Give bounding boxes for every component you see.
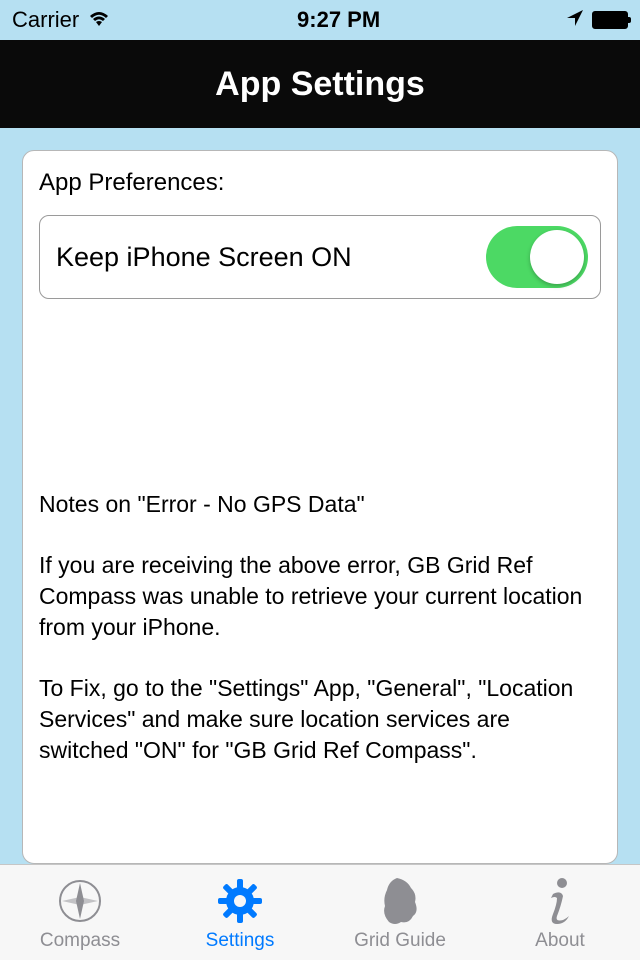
tab-grid-guide[interactable]: Grid Guide [320, 876, 480, 952]
settings-card: App Preferences: Keep iPhone Screen ON N… [22, 150, 618, 864]
preferences-heading: App Preferences: [39, 169, 601, 197]
keep-screen-on-toggle[interactable] [486, 226, 588, 288]
wifi-icon [87, 7, 111, 33]
battery-icon [592, 11, 628, 29]
notes-para-1: If you are receiving the above error, GB… [39, 550, 601, 643]
status-bar: Carrier 9:27 PM [0, 0, 640, 40]
keep-screen-on-label: Keep iPhone Screen ON [56, 242, 352, 273]
tab-label: Settings [206, 930, 275, 952]
status-time: 9:27 PM [297, 7, 380, 33]
compass-icon [56, 876, 104, 926]
tab-compass[interactable]: Compass [0, 876, 160, 952]
notes-section: Notes on "Error - No GPS Data" If you ar… [39, 489, 601, 766]
notes-heading: Notes on "Error - No GPS Data" [39, 489, 601, 520]
tab-label: Grid Guide [354, 930, 446, 952]
switch-knob [530, 230, 584, 284]
tab-bar: Compass [0, 864, 640, 960]
location-icon [566, 7, 584, 33]
keep-screen-on-row: Keep iPhone Screen ON [39, 215, 601, 299]
tab-settings[interactable]: Settings [160, 876, 320, 952]
gear-icon [216, 876, 264, 926]
tab-label: Compass [40, 930, 120, 952]
notes-para-2: To Fix, go to the "Settings" App, "Gener… [39, 673, 601, 766]
tab-about[interactable]: About [480, 876, 640, 952]
navigation-bar: App Settings [0, 40, 640, 128]
content-area: App Preferences: Keep iPhone Screen ON N… [0, 128, 640, 886]
page-title: App Settings [215, 65, 425, 104]
info-icon [547, 876, 573, 926]
carrier-label: Carrier [12, 7, 79, 33]
map-icon [379, 876, 421, 926]
tab-label: About [535, 930, 585, 952]
